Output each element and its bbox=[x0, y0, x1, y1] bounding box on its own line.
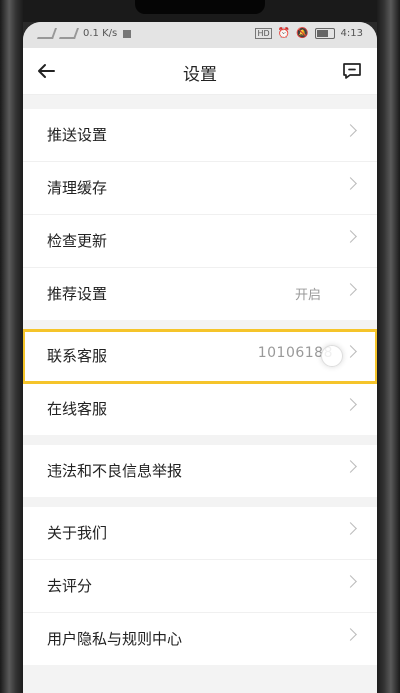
wifi-icon bbox=[58, 28, 80, 39]
arrow-left-icon bbox=[38, 64, 55, 78]
report-illegal-info-row[interactable]: 违法和不良信息举报 bbox=[23, 445, 377, 497]
notification-icon bbox=[123, 29, 132, 38]
signal-icon bbox=[36, 28, 58, 39]
push-settings-row[interactable]: 推送设置 bbox=[23, 109, 377, 162]
chevron-right-icon bbox=[344, 177, 357, 190]
recommend-settings-row[interactable]: 推荐设置 开启 bbox=[23, 268, 377, 320]
app-header: 设置 bbox=[23, 48, 377, 95]
rate-app-row[interactable]: 去评分 bbox=[23, 560, 377, 613]
settings-group-report: 违法和不良信息举报 bbox=[23, 445, 377, 497]
mute-icon: 🔕 bbox=[296, 28, 309, 39]
row-label: 清理缓存 bbox=[47, 179, 108, 197]
hd-icon: HD bbox=[255, 28, 272, 39]
chevron-right-icon bbox=[344, 575, 357, 588]
settings-group-about: 关于我们 去评分 用户隐私与规则中心 bbox=[23, 507, 377, 665]
settings-group-general: 推送设置 清理缓存 检查更新 推荐设置 开启 bbox=[23, 109, 377, 320]
online-service-row[interactable]: 在线客服 bbox=[23, 383, 377, 435]
network-speed: 0.1 K/s bbox=[83, 28, 118, 39]
device-bezel-right bbox=[377, 0, 400, 693]
row-label: 检查更新 bbox=[47, 232, 108, 250]
message-square-icon bbox=[343, 63, 361, 79]
row-label: 推送设置 bbox=[47, 126, 108, 144]
contact-service-row[interactable]: 联系客服 10106188 bbox=[23, 329, 377, 384]
row-label: 用户隐私与规则中心 bbox=[47, 630, 183, 648]
row-label: 在线客服 bbox=[47, 400, 108, 418]
clock: 4:13 bbox=[340, 28, 363, 39]
chevron-right-icon bbox=[344, 460, 357, 473]
chevron-right-icon bbox=[344, 283, 357, 296]
row-label: 违法和不良信息举报 bbox=[47, 462, 183, 480]
row-value: 开启 bbox=[294, 288, 321, 303]
check-update-row[interactable]: 检查更新 bbox=[23, 215, 377, 268]
feedback-button[interactable] bbox=[339, 58, 365, 84]
chevron-right-icon bbox=[344, 628, 357, 641]
settings-group-service: 联系客服 10106188 在线客服 bbox=[23, 329, 377, 435]
chevron-right-icon bbox=[344, 522, 357, 535]
chevron-right-icon bbox=[344, 345, 357, 358]
device-notch bbox=[135, 0, 265, 14]
row-label: 去评分 bbox=[47, 577, 93, 595]
back-button[interactable] bbox=[33, 58, 59, 84]
row-label: 推荐设置 bbox=[47, 285, 108, 303]
alarm-icon: ⏰ bbox=[277, 28, 291, 39]
touch-indicator bbox=[321, 345, 343, 367]
about-us-row[interactable]: 关于我们 bbox=[23, 507, 377, 560]
clear-cache-row[interactable]: 清理缓存 bbox=[23, 162, 377, 215]
status-bar: 0.1 K/s HD ⏰ 🔕 4:13 bbox=[23, 22, 377, 48]
row-label: 联系客服 bbox=[47, 347, 108, 365]
chevron-right-icon bbox=[344, 124, 357, 137]
device-bezel-left bbox=[0, 0, 23, 693]
row-label: 关于我们 bbox=[47, 524, 108, 542]
privacy-rules-center-row[interactable]: 用户隐私与规则中心 bbox=[23, 613, 377, 665]
battery-icon bbox=[314, 28, 335, 39]
phone-screen: 0.1 K/s HD ⏰ 🔕 4:13 设置 推送设置 清理缓存 检查更新 推荐… bbox=[23, 22, 377, 693]
page-title: 设置 bbox=[183, 65, 217, 85]
chevron-right-icon bbox=[344, 230, 357, 243]
chevron-right-icon bbox=[344, 398, 357, 411]
